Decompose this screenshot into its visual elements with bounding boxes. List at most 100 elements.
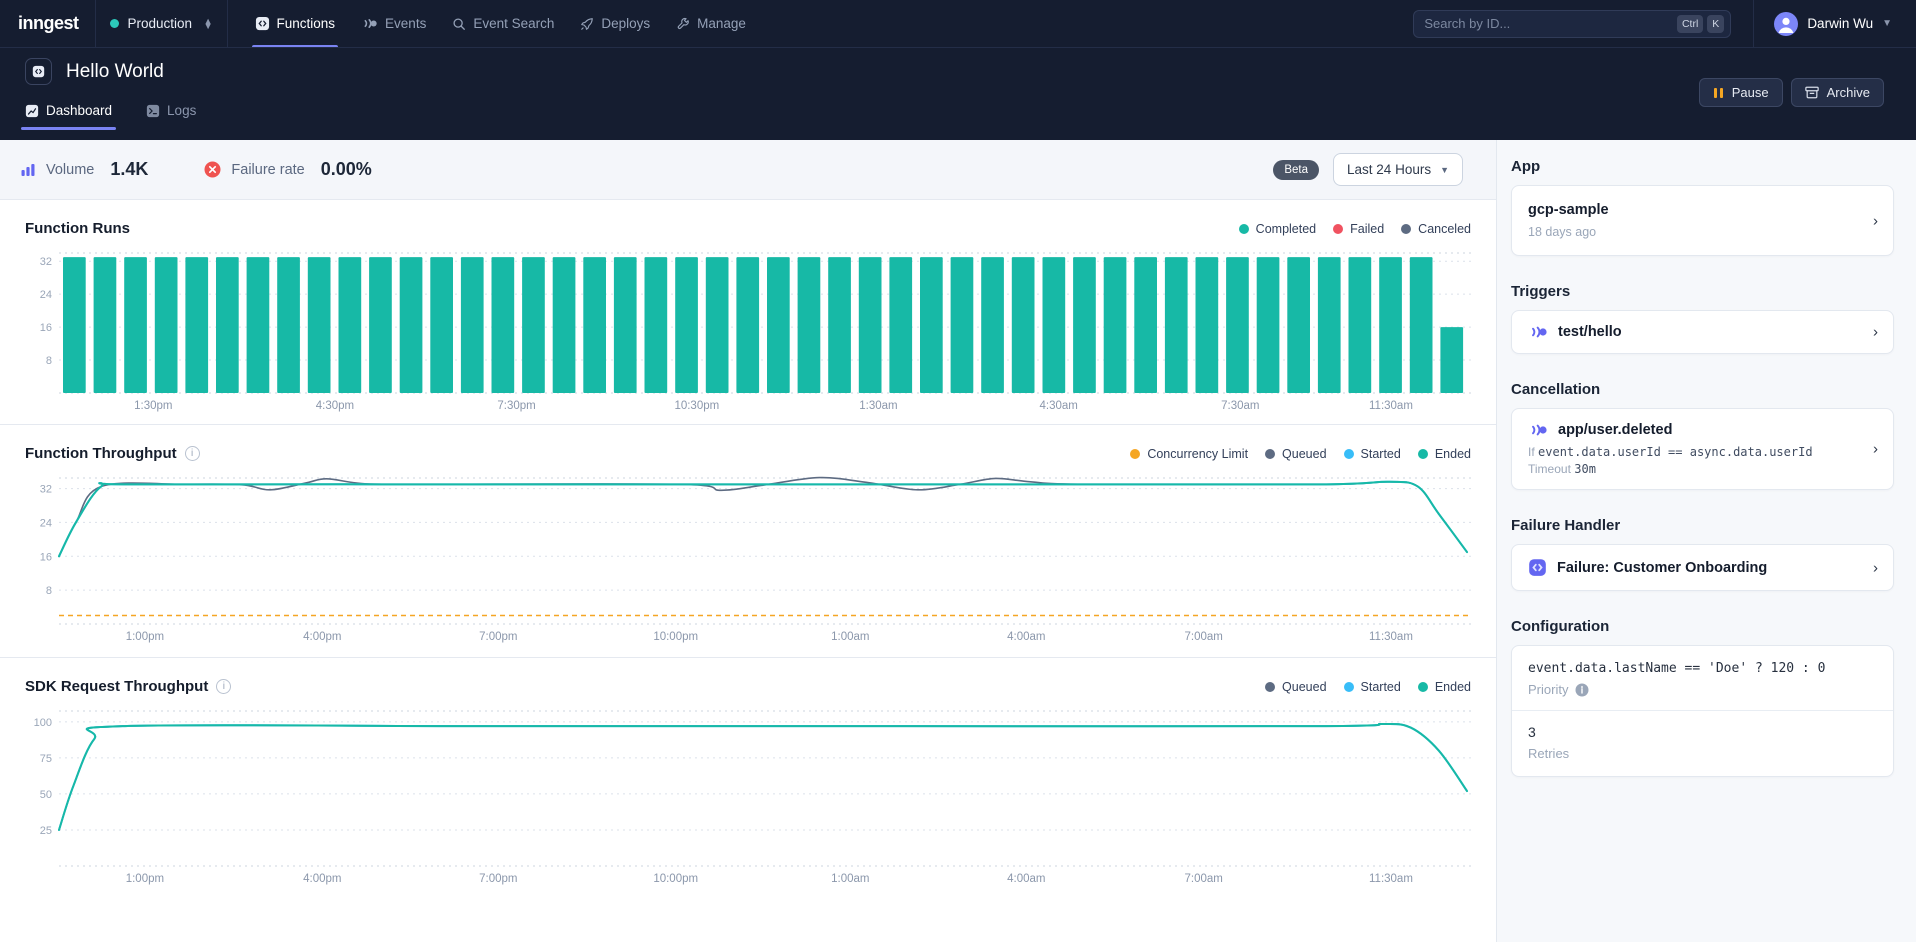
nav-tab-events[interactable]: Events xyxy=(348,0,439,47)
avatar xyxy=(1774,12,1798,36)
legend-dot xyxy=(1401,224,1411,234)
nav-tab-functions[interactable]: Functions xyxy=(242,0,349,47)
global-search[interactable]: Ctrl K xyxy=(1413,10,1731,38)
details-sidebar: App gcp-sample 18 days ago › Triggers te… xyxy=(1496,140,1916,942)
x-circle-icon xyxy=(204,161,221,178)
svg-text:50: 50 xyxy=(40,789,52,801)
svg-text:1:00pm: 1:00pm xyxy=(126,631,164,643)
failure-rate-label: Failure rate xyxy=(231,162,304,178)
event-waves-icon xyxy=(1528,325,1548,339)
legend-item: Concurrency Limit xyxy=(1130,447,1248,461)
function-throughput-chart: 81624321:00pm4:00pm7:00pm10:00pm1:00am4:… xyxy=(25,470,1471,653)
function-runs-chart: 81624321:30pm4:30pm7:30pm10:30pm1:30am4:… xyxy=(25,245,1471,420)
svg-text:10:00pm: 10:00pm xyxy=(653,631,698,643)
legend-label: Started xyxy=(1361,680,1401,694)
svg-text:4:00am: 4:00am xyxy=(1007,631,1045,643)
svg-text:10:00pm: 10:00pm xyxy=(653,873,698,885)
legend-item: Canceled xyxy=(1401,222,1471,236)
failure-rate-value: 0.00% xyxy=(321,159,372,180)
chevron-right-icon: › xyxy=(1873,324,1878,341)
svg-text:7:00am: 7:00am xyxy=(1185,631,1223,643)
failure-handler-card[interactable]: Failure: Customer Onboarding › xyxy=(1511,544,1894,591)
nav-tab-event-search[interactable]: Event Search xyxy=(439,0,567,47)
nav-tab-label: Events xyxy=(385,16,426,31)
svg-text:1:30am: 1:30am xyxy=(859,400,897,412)
archive-icon xyxy=(1805,86,1819,99)
environment-status-dot xyxy=(110,19,119,28)
chevron-right-icon: › xyxy=(1873,559,1878,576)
pause-label: Pause xyxy=(1732,85,1769,100)
legend-dot xyxy=(1265,682,1275,692)
svg-text:1:00am: 1:00am xyxy=(831,873,869,885)
legend-label: Failed xyxy=(1350,222,1384,236)
user-menu[interactable]: Darwin Wu ▼ xyxy=(1753,0,1916,47)
info-icon[interactable]: i xyxy=(185,446,200,461)
archive-label: Archive xyxy=(1827,85,1870,100)
function-throughput-section: Function Throughput i Concurrency Limit … xyxy=(0,425,1496,658)
svg-text:4:00pm: 4:00pm xyxy=(303,873,341,885)
stats-row: Volume 1.4K Failure rate 0.00% Beta Last… xyxy=(0,140,1496,200)
legend-label: Started xyxy=(1361,447,1401,461)
svg-text:75: 75 xyxy=(40,753,52,765)
failure-handler-heading: Failure Handler xyxy=(1511,517,1894,534)
legend-item: Queued xyxy=(1265,447,1326,461)
svg-text:16: 16 xyxy=(40,322,52,334)
nav-tab-manage[interactable]: Manage xyxy=(663,0,759,47)
legend-label: Completed xyxy=(1256,222,1316,236)
cancellation-section: Cancellation app/user.deleted If event.d… xyxy=(1511,381,1894,490)
sdk-throughput-title: SDK Request Throughput xyxy=(25,678,208,695)
app-card[interactable]: gcp-sample 18 days ago › xyxy=(1511,185,1894,256)
configuration-card: event.data.lastName == 'Doe' ? 120 : 0 P… xyxy=(1511,645,1894,777)
search-input[interactable] xyxy=(1424,16,1673,31)
dashboard-main: Volume 1.4K Failure rate 0.00% Beta Last… xyxy=(0,140,1496,942)
sdk-throughput-section: SDK Request Throughput i Queued Started … xyxy=(0,658,1496,896)
legend-item: Completed xyxy=(1239,222,1316,236)
archive-button[interactable]: Archive xyxy=(1791,78,1884,107)
svg-text:7:00pm: 7:00pm xyxy=(479,631,517,643)
priority-label: Priority xyxy=(1528,682,1568,697)
legend-label: Ended xyxy=(1435,680,1471,694)
tab-dashboard[interactable]: Dashboard xyxy=(25,103,112,130)
wrench-icon xyxy=(676,17,690,31)
configuration-heading: Configuration xyxy=(1511,618,1894,635)
pause-button[interactable]: Pause xyxy=(1699,78,1783,107)
legend-dot xyxy=(1265,449,1275,459)
legend-dot xyxy=(1239,224,1249,234)
chevron-up-down-icon: ▲▼ xyxy=(204,19,213,29)
cancellation-card[interactable]: app/user.deleted If event.data.userId ==… xyxy=(1511,408,1894,490)
retries-value: 3 xyxy=(1528,724,1877,740)
info-icon[interactable] xyxy=(1575,683,1589,697)
page-title: Hello World xyxy=(66,61,164,83)
failure-handler-name: Failure: Customer Onboarding xyxy=(1557,560,1767,576)
svg-text:7:00pm: 7:00pm xyxy=(479,873,517,885)
triggers-section: Triggers test/hello › xyxy=(1511,283,1894,354)
time-range-select[interactable]: Last 24 Hours ▼ xyxy=(1333,153,1463,186)
svg-text:11:30am: 11:30am xyxy=(1369,873,1413,885)
cancellation-if-label: If xyxy=(1528,445,1535,459)
function-throughput-legend: Concurrency Limit Queued Started Ended xyxy=(1130,447,1471,461)
kbd-ctrl: Ctrl xyxy=(1677,15,1703,33)
volume-value: 1.4K xyxy=(110,159,148,180)
cancellation-timeout-value: 30m xyxy=(1574,462,1596,476)
trigger-card[interactable]: test/hello › xyxy=(1511,310,1894,354)
pause-icon xyxy=(1713,87,1724,99)
nav-tab-label: Functions xyxy=(277,16,336,31)
chevron-right-icon: › xyxy=(1873,441,1878,458)
tab-logs[interactable]: Logs xyxy=(146,103,196,130)
environment-switcher[interactable]: Production ▲▼ xyxy=(95,0,228,47)
legend-item: Queued xyxy=(1265,680,1326,694)
function-tabs: Dashboard Logs xyxy=(25,103,1916,130)
environment-name: Production xyxy=(128,16,195,31)
legend-dot xyxy=(1333,224,1343,234)
legend-item: Failed xyxy=(1333,222,1384,236)
volume-bars-icon xyxy=(20,162,36,178)
sdk-throughput-legend: Queued Started Ended xyxy=(1265,680,1471,694)
nav-right: Ctrl K Darwin Wu ▼ xyxy=(1413,0,1916,47)
svg-text:11:30am: 11:30am xyxy=(1369,400,1413,412)
function-throughput-title: Function Throughput xyxy=(25,445,177,462)
tab-label: Dashboard xyxy=(46,103,112,118)
event-waves-icon xyxy=(1528,423,1548,437)
info-icon[interactable]: i xyxy=(216,679,231,694)
kbd-k: K xyxy=(1707,15,1724,33)
nav-tab-deploys[interactable]: Deploys xyxy=(567,0,663,47)
